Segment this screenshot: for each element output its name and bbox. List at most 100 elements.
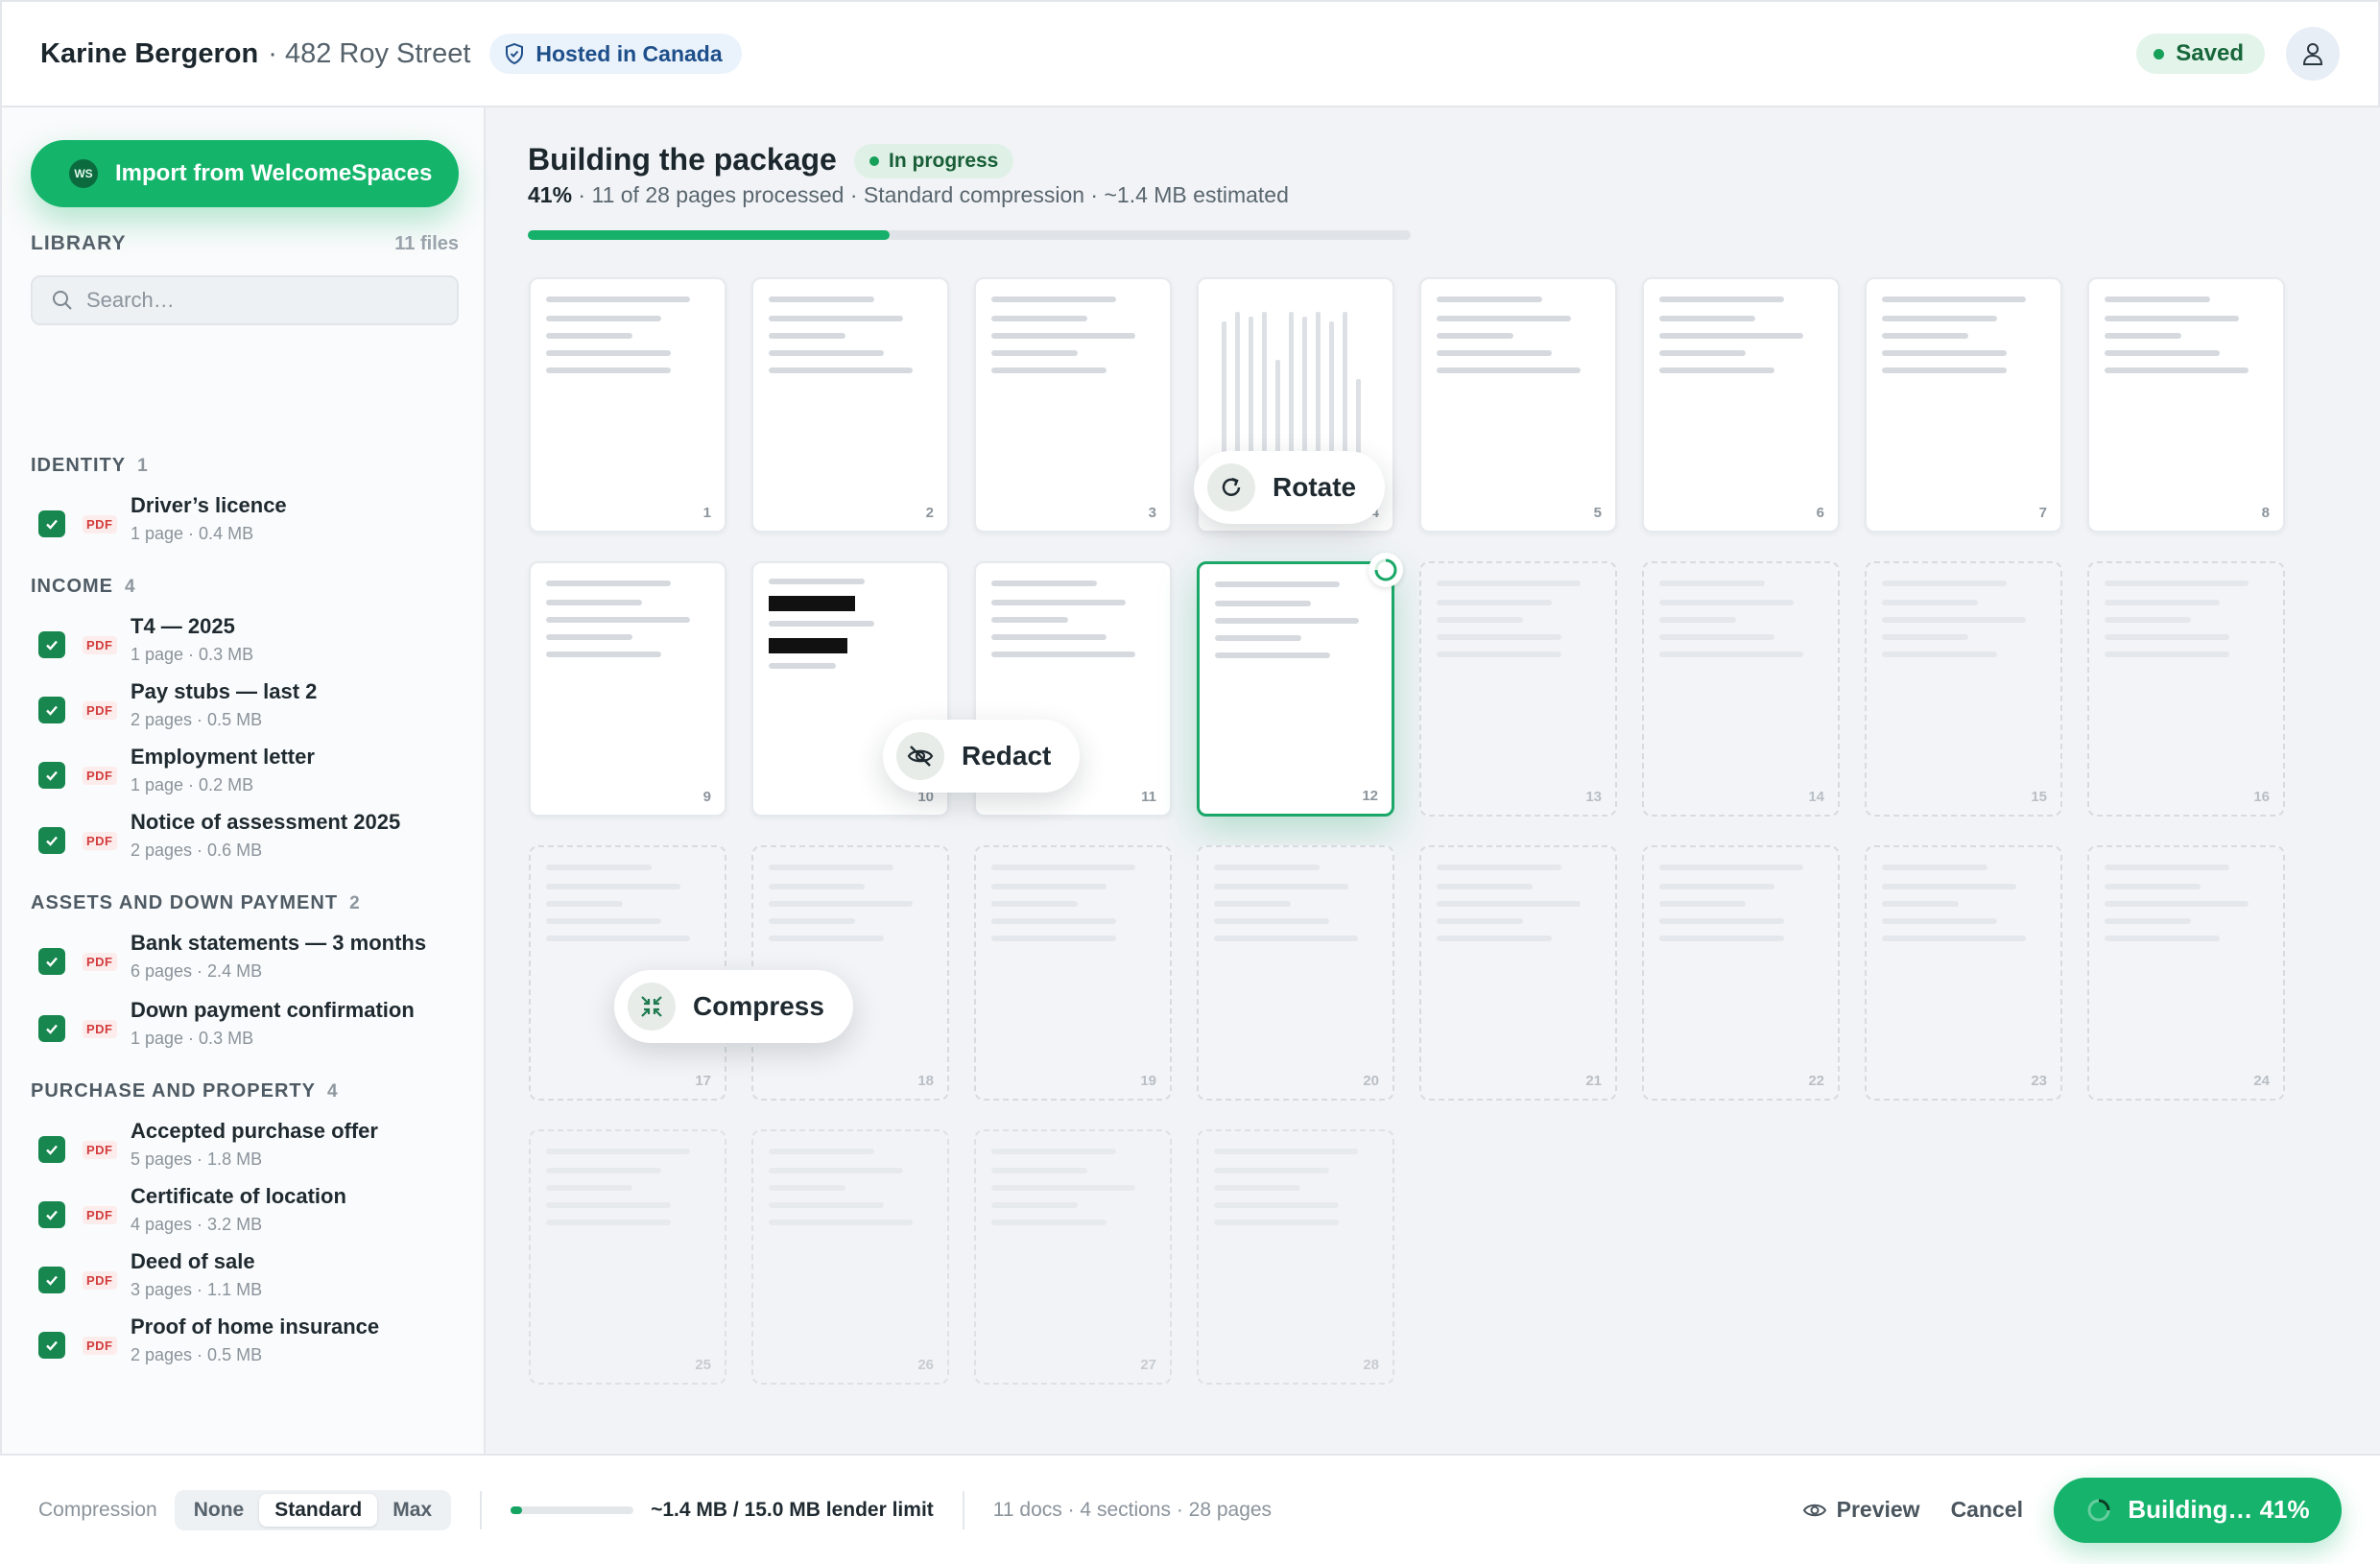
library-file-item[interactable]: PDF Pay stubs — last 2 2 pages · 0.5 MB bbox=[38, 679, 466, 733]
build-button-label: Building… 41% bbox=[2128, 1495, 2310, 1524]
text-line bbox=[1882, 865, 1987, 870]
chart-bar-line bbox=[1329, 321, 1334, 456]
text-line bbox=[991, 884, 1107, 889]
compression-option[interactable]: Standard bbox=[259, 1493, 378, 1527]
size-meter bbox=[511, 1505, 634, 1514]
library-file-item[interactable]: PDF Deed of sale 3 pages · 1.1 MB bbox=[38, 1249, 466, 1303]
file-checkbox[interactable] bbox=[38, 697, 65, 723]
text-line bbox=[2105, 918, 2191, 924]
text-line bbox=[2105, 901, 2249, 907]
file-checkbox[interactable] bbox=[38, 1332, 65, 1359]
text-line bbox=[991, 600, 1126, 605]
file-checkbox[interactable] bbox=[38, 1015, 65, 1042]
library-file-item[interactable]: PDF Accepted purchase offer 5 pages · 1.8 … bbox=[38, 1119, 466, 1173]
build-button[interactable]: Building… 41% bbox=[2054, 1477, 2342, 1543]
eye-icon bbox=[1802, 1504, 1826, 1516]
library-file-item[interactable]: PDF Down payment confirmation 1 page · 0.3… bbox=[38, 998, 466, 1052]
text-line bbox=[2105, 333, 2181, 339]
page-number: 24 bbox=[2253, 1073, 2270, 1089]
page-thumbnail[interactable]: 2 bbox=[751, 277, 949, 533]
text-line bbox=[2105, 936, 2220, 941]
page-thumbnail[interactable]: 5 bbox=[1419, 277, 1617, 533]
file-checkbox[interactable] bbox=[38, 1136, 65, 1163]
page-thumbnail[interactable]: 3 bbox=[974, 277, 1172, 533]
compression-option[interactable]: Max bbox=[377, 1494, 447, 1527]
page-number: 15 bbox=[2031, 789, 2047, 805]
page-thumbnail[interactable]: 8 bbox=[2087, 277, 2285, 533]
page-number: 9 bbox=[702, 789, 711, 805]
library-file-item[interactable]: PDF Driver’s licence 1 page · 0.4 MB bbox=[38, 493, 466, 547]
file-checkbox[interactable] bbox=[38, 1267, 65, 1293]
page-thumbnail[interactable]: 20 bbox=[1197, 845, 1394, 1101]
page-thumbnail[interactable]: 9 bbox=[529, 561, 726, 817]
text-line bbox=[991, 617, 1068, 623]
text-line bbox=[2105, 884, 2201, 889]
file-checkbox[interactable] bbox=[38, 762, 65, 789]
file-checkbox[interactable] bbox=[38, 948, 65, 975]
library-file-item[interactable]: PDF Certificate of location 4 pages · 3.2 … bbox=[38, 1184, 466, 1238]
file-meta: 1 page · 0.3 MB bbox=[131, 645, 254, 664]
library-file-item[interactable]: PDF Bank statements — 3 months 6 pages · 2… bbox=[38, 931, 466, 984]
text-line bbox=[1659, 367, 1774, 373]
library-file-item[interactable]: PDF Notice of assessment 2025 2 pages · 0.… bbox=[38, 810, 466, 864]
file-name: Driver’s licence bbox=[131, 493, 287, 517]
text-line bbox=[546, 316, 661, 321]
compression-option[interactable]: None bbox=[178, 1494, 260, 1527]
rotate-icon bbox=[1207, 463, 1255, 511]
page-number: 18 bbox=[917, 1073, 934, 1089]
welcomespaces-logo: WS bbox=[69, 159, 98, 188]
preview-button[interactable]: Preview bbox=[1802, 1497, 1920, 1523]
file-checkbox[interactable] bbox=[38, 631, 65, 658]
file-checkbox[interactable] bbox=[38, 1201, 65, 1228]
page-thumbnail[interactable]: 21 bbox=[1419, 845, 1617, 1101]
page-thumbnail[interactable]: 13 bbox=[1419, 561, 1617, 817]
page-thumbnail[interactable]: 16 bbox=[2087, 561, 2285, 817]
text-line bbox=[1659, 333, 1803, 339]
text-line bbox=[1215, 581, 1340, 587]
text-line bbox=[1882, 581, 2007, 586]
cancel-button[interactable]: Cancel bbox=[1951, 1497, 2023, 1523]
page-thumbnail[interactable]: 6 bbox=[1642, 277, 1840, 533]
page-thumbnail[interactable]: 22 bbox=[1642, 845, 1840, 1101]
text-line bbox=[546, 1168, 661, 1173]
pdf-icon: PDF bbox=[83, 515, 117, 533]
text-line bbox=[1882, 634, 1968, 640]
page-thumbnail[interactable]: 26 bbox=[751, 1129, 949, 1385]
page-thumbnail[interactable]: 1 bbox=[529, 277, 726, 533]
client-name: Karine Bergeron bbox=[40, 37, 259, 69]
page-number: 12 bbox=[1362, 788, 1378, 804]
redact-action[interactable]: Redact bbox=[883, 720, 1081, 793]
user-avatar-button[interactable] bbox=[2286, 27, 2340, 81]
search-input[interactable] bbox=[84, 287, 430, 314]
page-thumbnail[interactable]: 23 bbox=[1865, 845, 2062, 1101]
text-line bbox=[1214, 1185, 1300, 1191]
compress-label: Compress bbox=[693, 991, 824, 1021]
file-checkbox[interactable] bbox=[38, 510, 65, 537]
text-line bbox=[1659, 884, 1774, 889]
file-checkbox[interactable] bbox=[38, 827, 65, 854]
page-thumbnail[interactable]: 24 bbox=[2087, 845, 2285, 1101]
library-file-item[interactable]: PDF Employment letter 1 page · 0.2 MB bbox=[38, 745, 466, 798]
page-thumbnail[interactable]: 19 bbox=[974, 845, 1172, 1101]
text-line bbox=[2105, 350, 2220, 356]
library-file-item[interactable]: PDF T4 — 2025 1 page · 0.3 MB bbox=[38, 614, 466, 668]
page-thumbnail[interactable]: 27 bbox=[974, 1129, 1172, 1385]
page-number: 2 bbox=[925, 505, 934, 521]
text-line bbox=[1437, 901, 1581, 907]
page-thumbnail[interactable]: 7 bbox=[1865, 277, 2062, 533]
text-line bbox=[769, 296, 874, 302]
text-line bbox=[546, 1185, 632, 1191]
compress-action[interactable]: Compress bbox=[614, 970, 853, 1043]
page-number: 21 bbox=[1585, 1073, 1602, 1089]
library-file-item[interactable]: PDF Proof of home insurance 2 pages · 0.5 … bbox=[38, 1315, 466, 1368]
page-thumbnail[interactable]: 15 bbox=[1865, 561, 2062, 817]
page-thumbnail[interactable]: 25 bbox=[529, 1129, 726, 1385]
page-thumbnail[interactable]: 14 bbox=[1642, 561, 1840, 817]
import-welcomespaces-button[interactable]: WS Import from WelcomeSpaces bbox=[31, 140, 459, 207]
page-thumbnail[interactable]: 12 bbox=[1197, 553, 1403, 817]
rotate-action[interactable]: Rotate bbox=[1194, 451, 1386, 524]
page-number: 1 bbox=[702, 505, 711, 521]
page-number: 8 bbox=[2261, 505, 2270, 521]
page-thumbnail[interactable]: 28 bbox=[1197, 1129, 1394, 1385]
file-meta: 5 pages · 1.8 MB bbox=[131, 1149, 263, 1169]
